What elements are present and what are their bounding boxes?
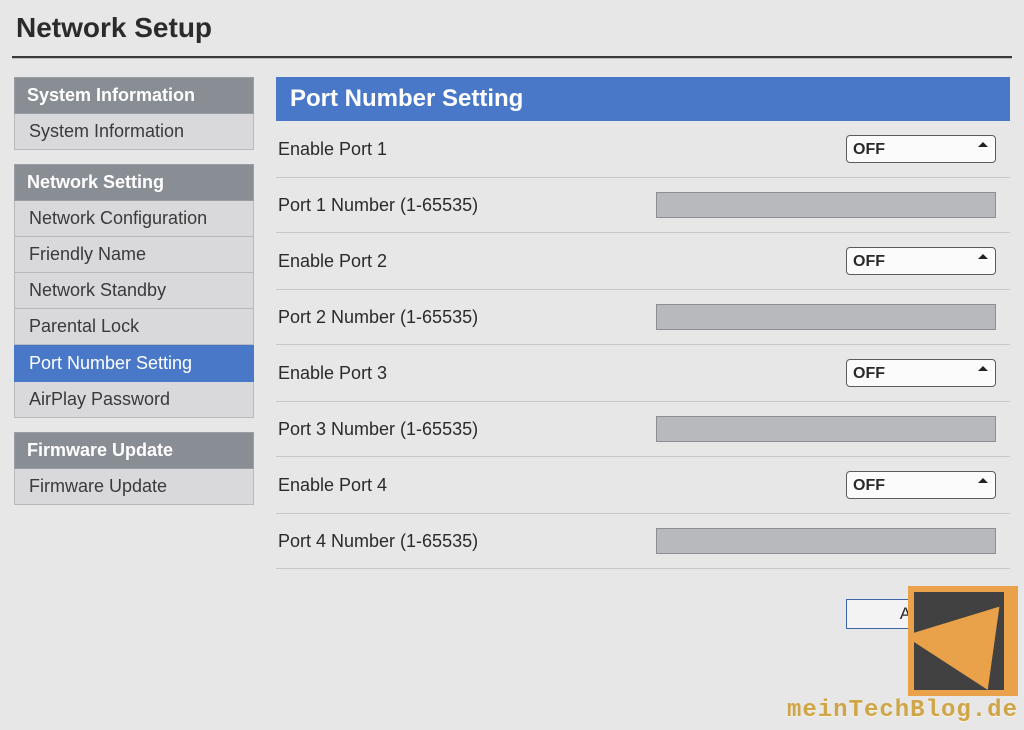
sidebar-item-parental-lock[interactable]: Parental Lock <box>14 309 254 345</box>
port-number-input[interactable] <box>656 304 996 330</box>
panel-header: Port Number Setting <box>276 77 1010 121</box>
setting-row: Port 4 Number (1-65535) <box>276 514 1010 569</box>
enable-port-select[interactable]: OFF <box>846 135 996 163</box>
sidebar-header: Network Setting <box>14 164 254 201</box>
setting-row: Enable Port 3 OFF <box>276 345 1010 402</box>
sidebar-item-firmware-update[interactable]: Firmware Update <box>14 469 254 505</box>
setting-row: Port 1 Number (1-65535) <box>276 178 1010 233</box>
sidebar-item-airplay-password[interactable]: AirPlay Password <box>14 382 254 418</box>
setting-row: Enable Port 2 OFF <box>276 233 1010 290</box>
main-panel: Port Number Setting Enable Port 1 OFF Port… <box>276 77 1010 629</box>
sidebar-item-friendly-name[interactable]: Friendly Name <box>14 237 254 273</box>
setting-label: Port 3 Number (1-65535) <box>278 419 478 440</box>
setting-row: Port 2 Number (1-65535) <box>276 290 1010 345</box>
setting-label: Enable Port 2 <box>278 251 387 272</box>
port-number-input[interactable] <box>656 192 996 218</box>
watermark-logo-icon <box>908 586 1018 696</box>
setting-row: Port 3 Number (1-65535) <box>276 402 1010 457</box>
setting-label: Enable Port 4 <box>278 475 387 496</box>
setting-label: Port 1 Number (1-65535) <box>278 195 478 216</box>
sidebar-header: Firmware Update <box>14 432 254 469</box>
setting-row: Enable Port 4 OFF <box>276 457 1010 514</box>
watermark: meinTechBlog.de <box>787 586 1018 724</box>
sidebar-header: System Information <box>14 77 254 114</box>
sidebar-item-port-number-setting[interactable]: Port Number Setting <box>14 345 254 382</box>
sidebar-item-network-standby[interactable]: Network Standby <box>14 273 254 309</box>
enable-port-select[interactable]: OFF <box>846 471 996 499</box>
setting-label: Enable Port 1 <box>278 139 387 160</box>
enable-port-select[interactable]: OFF <box>846 247 996 275</box>
watermark-text: meinTechBlog.de <box>787 697 1018 724</box>
setting-label: Port 2 Number (1-65535) <box>278 307 478 328</box>
sidebar: System InformationSystem Information Netw… <box>14 77 254 629</box>
setting-label: Enable Port 3 <box>278 363 387 384</box>
setting-row: Enable Port 1 OFF <box>276 121 1010 178</box>
sidebar-item-system-information[interactable]: System Information <box>14 114 254 150</box>
setting-label: Port 4 Number (1-65535) <box>278 531 478 552</box>
enable-port-select[interactable]: OFF <box>846 359 996 387</box>
page-title: Network Setup <box>16 12 1008 44</box>
port-number-input[interactable] <box>656 528 996 554</box>
sidebar-item-network-configuration[interactable]: Network Configuration <box>14 201 254 237</box>
port-number-input[interactable] <box>656 416 996 442</box>
